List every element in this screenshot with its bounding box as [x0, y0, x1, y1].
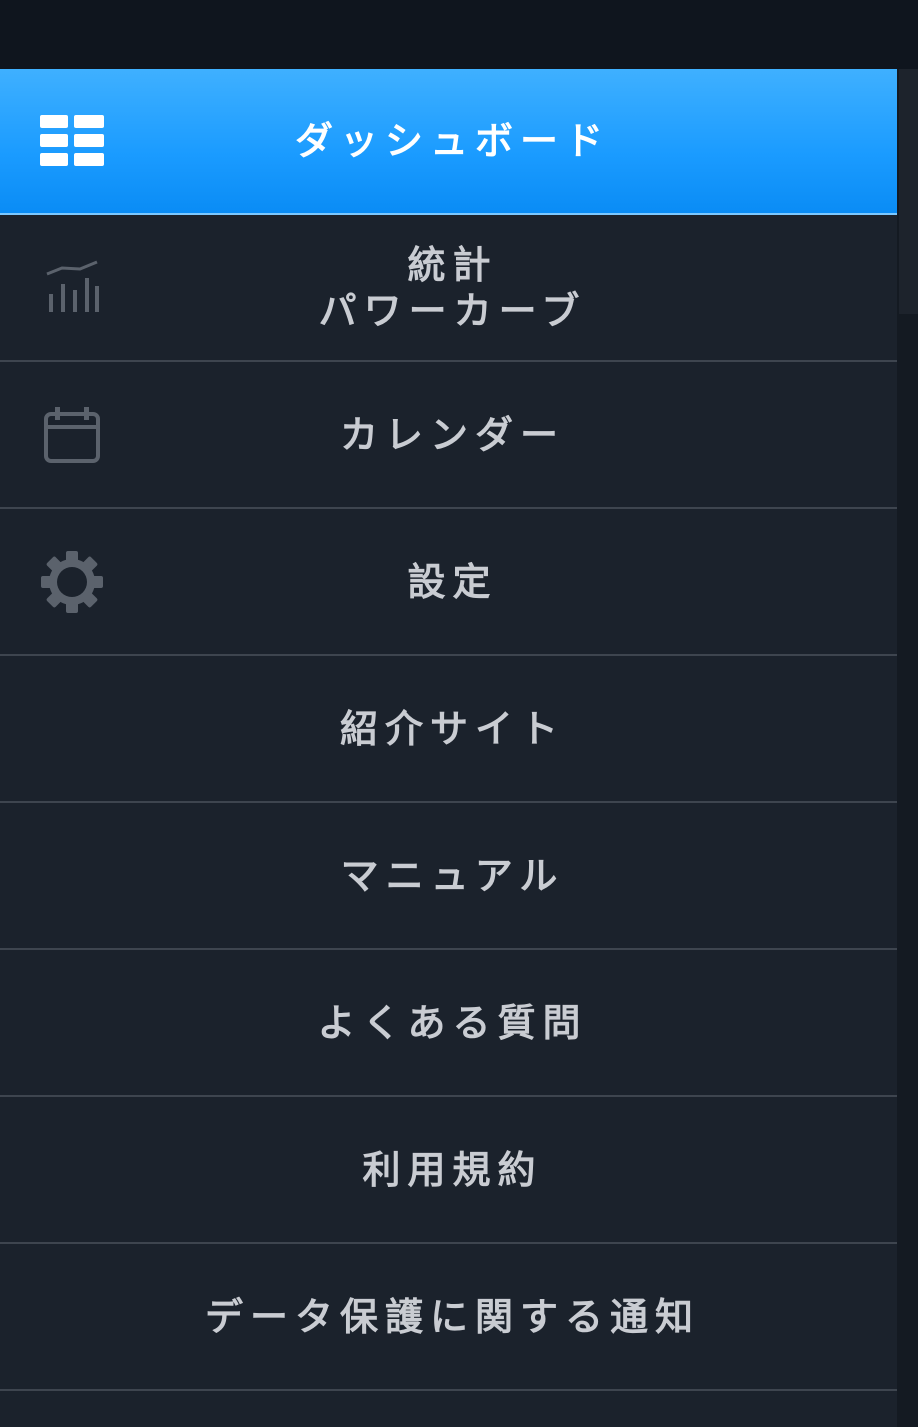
menu-item-statistics[interactable]: 統計 パワーカーブ — [0, 215, 897, 362]
menu-item-terms[interactable]: 利用規約 — [0, 1097, 897, 1244]
menu-item-label: 統計 パワーカーブ — [0, 242, 897, 334]
menu-item-label: ダッシュボード — [294, 119, 610, 163]
menu-item-label: 設定 — [407, 559, 498, 604]
menu-item-label: 紹介サイト — [339, 706, 565, 751]
menu-item-label: カレンダー — [339, 412, 565, 457]
label-line-2: パワーカーブ — [318, 288, 587, 333]
menu-item-label: 利用規約 — [362, 1147, 543, 1192]
scroll-strip — [897, 69, 918, 1427]
menu-item-label: データ保護に関する通知 — [204, 1294, 700, 1339]
menu-item-manual[interactable]: マニュアル — [0, 803, 897, 950]
menu-item-label: よくある質問 — [317, 1000, 588, 1045]
top-bar — [0, 0, 918, 69]
menu-item-dashboard[interactable]: ダッシュボード — [0, 69, 897, 215]
menu-item-settings[interactable]: 設定 — [0, 509, 897, 656]
menu-item-label: マニュアル — [340, 853, 565, 898]
menu-item-calendar[interactable]: カレンダー — [0, 362, 897, 509]
menu-item-privacy-notice[interactable]: データ保護に関する通知 — [0, 1244, 897, 1391]
side-menu: ダッシュボード 統計 パワーカーブ カレンダー 設定 紹介サイト マニュアル よ… — [0, 69, 897, 1391]
menu-item-intro-site[interactable]: 紹介サイト — [0, 656, 897, 803]
scroll-thumb[interactable] — [899, 69, 918, 314]
menu-item-faq[interactable]: よくある質問 — [0, 950, 897, 1097]
label-line-1: 統計 — [407, 242, 498, 287]
